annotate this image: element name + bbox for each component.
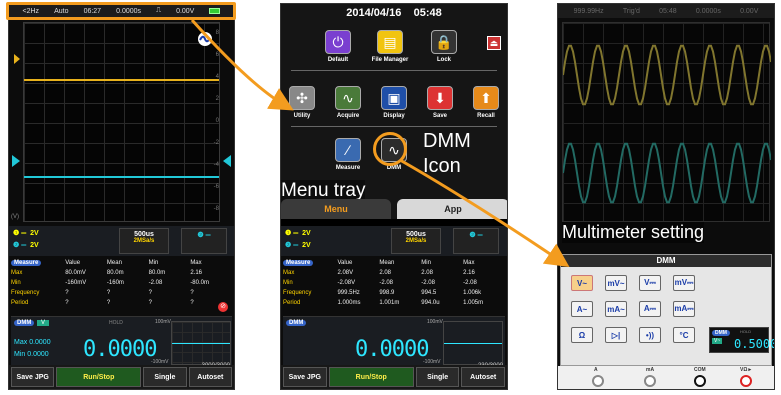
- arrow-to-dmm-dialog: [399, 158, 570, 268]
- annotation-arrows: [190, 19, 570, 268]
- arrow-to-menu: [190, 19, 294, 111]
- callout-multimeter-setting: Multimeter setting: [562, 222, 705, 243]
